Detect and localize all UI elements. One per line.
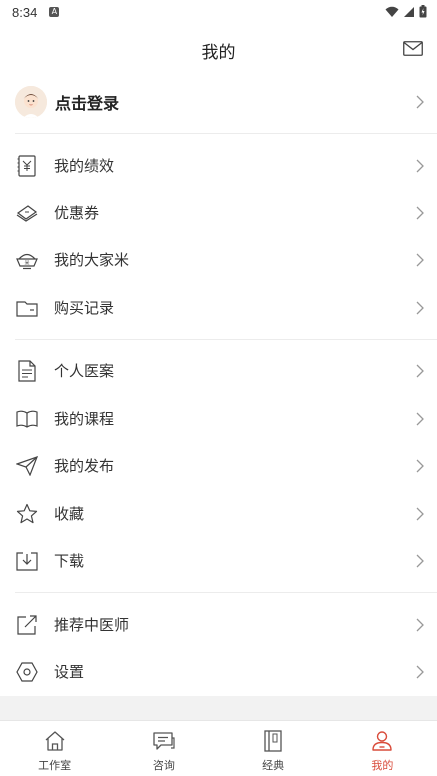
divider xyxy=(15,592,437,593)
chevron-right-icon xyxy=(416,507,424,520)
menu-item-recommend-doctor[interactable]: 推荐中医师 xyxy=(0,601,437,648)
menu-item-case[interactable]: 个人医案 xyxy=(0,347,437,394)
status-time: 8:34 xyxy=(12,4,38,20)
menu-item-label: 我的发布 xyxy=(54,457,115,475)
menu-item-purchase-record[interactable]: 购买记录 xyxy=(0,284,437,331)
menu-item-label: 购买记录 xyxy=(54,299,115,317)
tab-classic[interactable]: 经典 xyxy=(219,721,328,776)
chevron-right-icon xyxy=(416,364,424,377)
battery-icon xyxy=(419,5,427,18)
mail-icon[interactable] xyxy=(403,41,423,56)
signal-icon xyxy=(404,6,414,17)
chevron-right-icon xyxy=(416,301,424,314)
person-icon xyxy=(372,731,393,751)
menu-item-label: 个人医案 xyxy=(54,362,115,380)
login-row[interactable]: 点击登录 xyxy=(0,78,437,126)
wifi-icon xyxy=(385,6,399,17)
menu-item-label: 收藏 xyxy=(54,505,85,523)
menu-item-label: 推荐中医师 xyxy=(54,616,130,634)
house-icon xyxy=(45,731,65,751)
menu-item-label: 优惠券 xyxy=(54,204,100,222)
menu-item-rice[interactable]: 米 我的大家米 xyxy=(0,236,437,283)
chevron-right-icon xyxy=(416,412,424,425)
avatar xyxy=(15,86,47,118)
chevron-right-icon xyxy=(416,159,424,172)
chevron-right-icon xyxy=(416,206,424,219)
tab-label: 经典 xyxy=(262,759,285,772)
divider xyxy=(15,133,437,134)
status-bar: 8:34 A xyxy=(0,0,437,24)
tab-label: 我的 xyxy=(371,759,394,772)
tab-label: 咨询 xyxy=(152,759,175,772)
chevron-right-icon xyxy=(416,95,424,109)
menu-item-settings[interactable]: 设置 xyxy=(0,648,437,695)
svg-text:米: 米 xyxy=(24,259,29,266)
star-icon xyxy=(16,503,38,525)
wallet-icon xyxy=(16,297,38,319)
document-icon xyxy=(16,359,38,382)
menu-item-publish[interactable]: 我的发布 xyxy=(0,442,437,489)
tab-consult[interactable]: 咨询 xyxy=(109,721,218,776)
share-icon xyxy=(16,614,38,636)
menu-item-label: 我的绩效 xyxy=(54,157,115,175)
coupon-icon xyxy=(16,202,38,224)
paper-plane-icon xyxy=(16,455,38,477)
page-title: 我的 xyxy=(201,42,236,63)
chevron-right-icon xyxy=(416,665,424,678)
rice-bowl-icon: 米 xyxy=(16,249,38,271)
header: 我的 xyxy=(0,24,437,76)
a-badge-icon: A xyxy=(49,7,60,17)
tab-label: 工作室 xyxy=(38,759,72,772)
menu-item-performance[interactable]: 我的绩效 xyxy=(0,142,437,189)
bottom-tab-bar: 工作室 咨询 经典 我的 xyxy=(0,720,437,776)
chevron-right-icon xyxy=(416,459,424,472)
menu-item-favorites[interactable]: 收藏 xyxy=(0,490,437,537)
book-icon xyxy=(16,408,38,430)
divider xyxy=(15,339,437,340)
menu-item-download[interactable]: 下载 xyxy=(0,537,437,584)
tab-studio[interactable]: 工作室 xyxy=(0,721,109,776)
tab-mine[interactable]: 我的 xyxy=(328,721,437,776)
download-icon xyxy=(16,550,38,572)
chevron-right-icon xyxy=(416,554,424,567)
menu-item-label: 设置 xyxy=(54,663,85,681)
menu-item-label: 我的大家米 xyxy=(54,251,130,269)
chat-icon xyxy=(153,732,175,750)
menu-item-courses[interactable]: 我的课程 xyxy=(0,395,437,442)
yuan-receipt-icon xyxy=(16,154,38,177)
status-indicators xyxy=(385,5,427,18)
classic-book-icon xyxy=(264,730,282,752)
menu-item-label: 下载 xyxy=(54,552,85,570)
section-spacer xyxy=(0,696,437,720)
hexagon-gear-icon xyxy=(16,661,38,683)
menu-item-label: 我的课程 xyxy=(54,410,115,428)
menu-item-coupon[interactable]: 优惠券 xyxy=(0,189,437,236)
login-label: 点击登录 xyxy=(55,94,120,113)
chevron-right-icon xyxy=(416,253,424,266)
chevron-right-icon xyxy=(416,618,424,631)
